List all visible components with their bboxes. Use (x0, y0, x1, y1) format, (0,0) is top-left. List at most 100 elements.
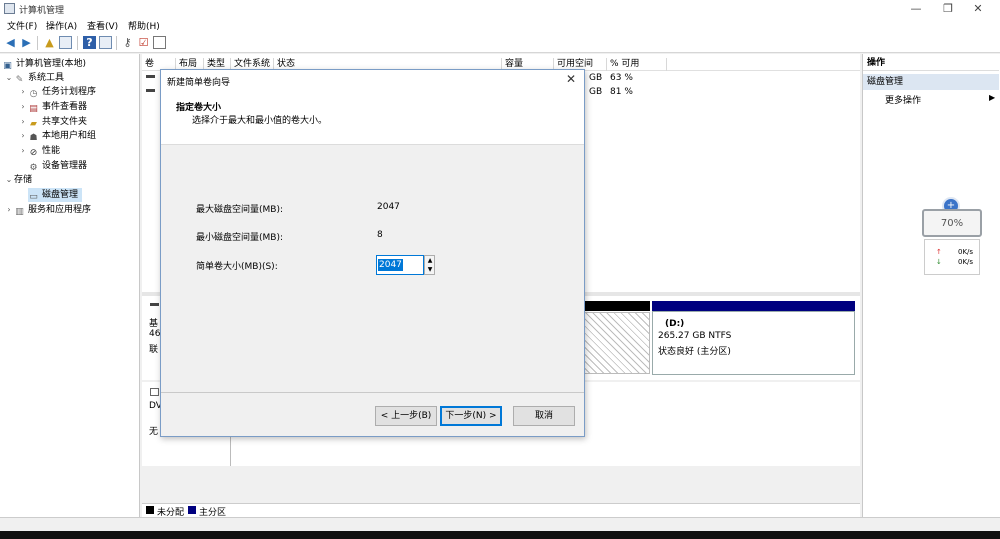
usage-percent: 70% (940, 218, 964, 229)
tree-label: 设备管理器 (42, 161, 88, 171)
tree-item-storage[interactable]: ⌄ 存储 (4, 173, 32, 187)
tree-label: 系统工具 (28, 73, 65, 83)
help-icon[interactable]: ? (83, 36, 96, 49)
download-arrow-icon: ↓ (936, 258, 942, 266)
tree-item-local-users[interactable]: › ☗ 本地用户和组 (18, 129, 96, 143)
max-size-label: 最大磁盘空间量(MB): (196, 205, 283, 215)
spin-down-icon[interactable]: ▼ (426, 265, 434, 274)
expand-chevron-icon[interactable]: › (4, 203, 14, 217)
volume-percent-free: 63 % (610, 73, 633, 83)
actions-section-label: 磁盘管理 (867, 77, 904, 87)
tree-item-system-tools[interactable]: ⌄ ✎ 系统工具 (4, 71, 64, 85)
check-icon[interactable]: ☑ (137, 36, 150, 49)
tree-label: 存储 (14, 175, 33, 185)
tree-item-disk-management[interactable]: ▭ 磁盘管理 (28, 188, 83, 202)
clock-icon: ◷ (29, 89, 38, 99)
submenu-arrow-icon[interactable]: ▶ (989, 93, 995, 102)
volume-size-input[interactable]: 2047 (376, 255, 424, 275)
cancel-button[interactable]: 取消 (513, 406, 575, 426)
actions-section-disk-management[interactable]: 磁盘管理 (863, 74, 999, 90)
unallocated-partition[interactable] (582, 312, 650, 374)
partition-d[interactable]: (D:) 265.27 GB NTFS 状态良好 (主分区) (652, 311, 855, 375)
legend-swatch-unallocated (146, 506, 154, 514)
dvd-drive-icon (150, 388, 159, 396)
navigation-tree: ▣ 计算机管理(本地) ⌄ ✎ 系统工具 › ◷ 任务计划程序 › ▤ 事件查看器 › ▰ 共享文… (0, 54, 140, 517)
min-size-label: 最小磁盘空间量(MB): (196, 233, 283, 243)
close-button[interactable]: ✕ (964, 0, 992, 18)
disk-icon (150, 303, 159, 306)
actions-header: 操作 (863, 56, 999, 71)
volume-size-spinner[interactable]: ▲ ▼ (424, 255, 435, 275)
window-title: 计算机管理 (19, 6, 65, 16)
more-actions-link[interactable]: 更多操作 (885, 93, 921, 106)
dialog-close-icon[interactable]: ✕ (566, 72, 576, 86)
tree-item-event-viewer[interactable]: › ▤ 事件查看器 (18, 100, 87, 114)
title-bar: 计算机管理 — ❐ ✕ (0, 0, 1000, 18)
dialog-header: 指定卷大小 选择介于最大和最小值的卷大小。 (161, 91, 584, 145)
column-percent-free[interactable]: % 可用 (607, 58, 667, 71)
volume-percent-free: 81 % (610, 87, 633, 97)
menu-action[interactable]: 操作(A) (46, 19, 77, 32)
download-speed: 0K/s (958, 258, 974, 266)
users-icon: ☗ (29, 133, 38, 143)
expand-chevron-icon[interactable]: › (18, 129, 28, 143)
tree-item-services-apps[interactable]: › ▥ 服务和应用程序 (4, 203, 91, 217)
back-button[interactable]: < 上一步(B) (375, 406, 437, 426)
partition-status: 状态良好 (主分区) (658, 347, 731, 357)
expand-chevron-icon[interactable]: › (18, 115, 28, 129)
toolbar: ◀ ▶ ▲ ? ⚷ ☑ (0, 33, 1000, 53)
status-bar (0, 517, 1000, 531)
disk-label: 46 (149, 329, 161, 339)
up-folder-icon[interactable]: ▲ (43, 36, 56, 49)
app-icon (4, 3, 15, 14)
minimize-button[interactable]: — (902, 0, 930, 18)
back-arrow-icon[interactable]: ◀ (4, 36, 17, 49)
next-button[interactable]: 下一步(N) > (440, 406, 502, 426)
menu-file[interactable]: 文件(F) (7, 19, 37, 32)
tree-item-performance[interactable]: › ⊘ 性能 (18, 144, 60, 158)
primary-partition-bar (652, 301, 855, 311)
tree-label: 任务计划程序 (42, 87, 97, 97)
upload-speed: 0K/s (958, 248, 974, 256)
spin-up-icon[interactable]: ▲ (426, 256, 434, 265)
min-size-value: 8 (377, 230, 383, 240)
network-monitor-widget[interactable]: + 70% ↑ 0K/s ↓ 0K/s (922, 197, 982, 279)
collapse-chevron-icon[interactable]: ⌄ (4, 173, 14, 187)
maximize-button[interactable]: ❐ (934, 0, 962, 18)
legend-swatch-primary (188, 506, 196, 514)
volume-size-label: 简单卷大小(MB)(S): (196, 262, 278, 272)
taskbar (0, 531, 1000, 539)
partition-name: (D:) (665, 319, 685, 329)
tree-item-device-manager[interactable]: ⚙ 设备管理器 (28, 159, 87, 173)
console-icon[interactable] (153, 36, 166, 49)
tree-item-shared-folders[interactable]: › ▰ 共享文件夹 (18, 115, 87, 129)
tree-label: 事件查看器 (42, 102, 88, 112)
menu-help[interactable]: 帮助(H) (128, 19, 160, 32)
show-tree-icon[interactable] (59, 36, 72, 49)
legend-bar: 未分配 主分区 (142, 503, 860, 518)
expand-chevron-icon[interactable]: › (18, 100, 28, 114)
new-simple-volume-wizard: 新建简单卷向导 ✕ 指定卷大小 选择介于最大和最小值的卷大小。 最大磁盘空间量(… (160, 69, 585, 437)
menu-view[interactable]: 查看(V) (87, 19, 118, 32)
dialog-title-bar: 新建简单卷向导 ✕ (161, 70, 584, 91)
volume-free-unit: GB (589, 87, 603, 97)
tree-label: 计算机管理(本地) (16, 59, 87, 69)
expand-chevron-icon[interactable]: › (18, 144, 28, 158)
key-icon[interactable]: ⚷ (121, 36, 134, 49)
tree-item-task-scheduler[interactable]: › ◷ 任务计划程序 (18, 85, 96, 99)
properties-icon[interactable] (99, 36, 112, 49)
disk-icon: ▭ (29, 192, 38, 202)
performance-icon: ⊘ (29, 148, 38, 158)
max-size-value: 2047 (377, 202, 400, 212)
tree-label: 性能 (42, 146, 61, 156)
speed-panel: ↑ 0K/s ↓ 0K/s (924, 239, 980, 275)
collapse-chevron-icon[interactable]: ⌄ (4, 71, 14, 85)
tree-label: 本地用户和组 (42, 131, 97, 141)
dvd-label: 无 (149, 427, 159, 437)
unallocated-bar (580, 301, 650, 311)
forward-arrow-icon[interactable]: ▶ (20, 36, 33, 49)
volume-icon (146, 89, 155, 92)
volume-icon (146, 75, 155, 78)
expand-chevron-icon[interactable]: › (18, 85, 28, 99)
tree-item-root[interactable]: ▣ 计算机管理(本地) (2, 57, 86, 71)
